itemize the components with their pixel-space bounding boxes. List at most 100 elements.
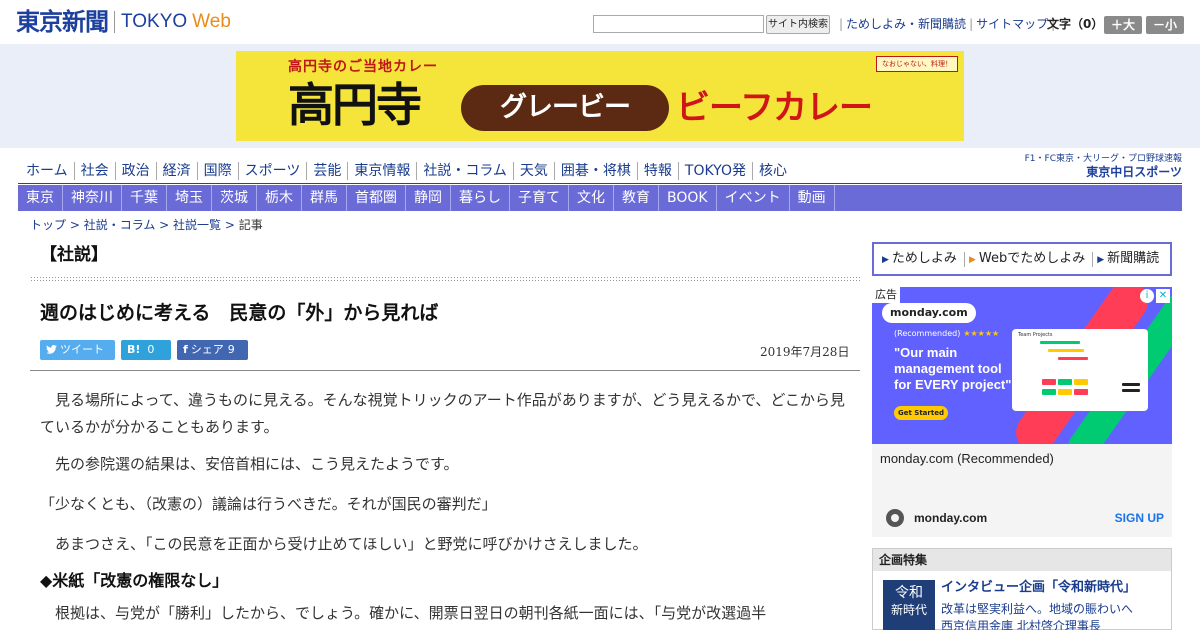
nav-item-economy[interactable]: 経済 bbox=[155, 162, 197, 180]
ad-card-bar bbox=[1074, 389, 1088, 395]
breadcrumb-current: 記事 bbox=[238, 218, 263, 232]
sitemap-link[interactable]: サイトマップ bbox=[976, 17, 1048, 31]
feature-desc-line2: 西京信用金庫 北村啓介理事長 bbox=[941, 619, 1101, 630]
nav2-item-culture[interactable]: 文化 bbox=[569, 185, 614, 211]
breadcrumb-editorial-list[interactable]: 社説一覧 bbox=[173, 218, 221, 232]
feature-desc-line1: 改革は堅実利益へ。地域の賑わいへ bbox=[941, 602, 1134, 616]
facebook-share-count: 9 bbox=[227, 343, 235, 356]
nav2-item-tokyo[interactable]: 東京 bbox=[18, 185, 63, 211]
facebook-share-button[interactable]: f シェア 9 bbox=[177, 340, 248, 360]
ad-card-bar bbox=[1058, 379, 1072, 385]
nav-item-society[interactable]: 社会 bbox=[73, 162, 115, 180]
section-divider bbox=[30, 276, 860, 281]
nav2-item-event[interactable]: イベント bbox=[717, 185, 790, 211]
sports-link[interactable]: F1・FC東京・大リーグ・プロ野球速報 東京中日スポーツ bbox=[1020, 154, 1182, 180]
nav-item-tokyo-info[interactable]: 東京情報 bbox=[347, 162, 416, 180]
nav-item-sports[interactable]: スポーツ bbox=[237, 162, 307, 180]
nav-item-special-report[interactable]: 特報 bbox=[636, 162, 678, 180]
feature-thumb-line1: 令和 bbox=[895, 585, 923, 601]
site-search-input[interactable] bbox=[593, 15, 764, 33]
font-bigger-button[interactable]: ＋大 bbox=[1104, 16, 1142, 34]
breadcrumb-top[interactable]: トップ bbox=[30, 218, 66, 232]
nav-item-entertainment[interactable]: 芸能 bbox=[306, 162, 347, 180]
trial-read-label: ためしよみ bbox=[891, 250, 957, 266]
logo-divider bbox=[114, 11, 115, 33]
nav2-item-video[interactable]: 動画 bbox=[790, 185, 835, 211]
tweet-button[interactable]: ツイート bbox=[40, 340, 115, 360]
font-size-label: 文字（0） bbox=[1047, 17, 1104, 31]
ad-card-title: Team Projects bbox=[1018, 332, 1053, 338]
ad-card-bar bbox=[1048, 349, 1084, 352]
ad-title[interactable]: monday.com (Recommended) bbox=[880, 451, 1054, 467]
nav-item-editorial-column[interactable]: 社説・コラム bbox=[416, 162, 513, 180]
nav2-item-shizuoka[interactable]: 静岡 bbox=[406, 185, 451, 211]
ad-visual: monday.com (Recommended) ★★★★★ "Our main … bbox=[872, 287, 1172, 444]
hatena-count: 0 bbox=[147, 343, 155, 356]
nav-item-home[interactable]: ホーム bbox=[18, 162, 74, 180]
banner-gravy: グレービー bbox=[461, 85, 669, 131]
nav2-item-living[interactable]: 暮らし bbox=[451, 185, 510, 211]
feature-thumbnail[interactable]: 令和 新時代 bbox=[883, 580, 935, 630]
trial-subscribe-link[interactable]: ためしよみ・新聞購読 bbox=[846, 17, 966, 31]
primary-nav: ホーム 社会 政治 経済 国際 スポーツ 芸能 東京情報 社説・コラム 天気 囲… bbox=[18, 160, 793, 182]
feature-heading: 企画特集 bbox=[873, 549, 1171, 571]
nav2-item-education[interactable]: 教育 bbox=[614, 185, 659, 211]
nav2-item-chiba[interactable]: 千葉 bbox=[122, 185, 167, 211]
nav-item-core[interactable]: 核心 bbox=[751, 162, 793, 180]
trial-read-link[interactable]: ▶ ためしよみ bbox=[878, 250, 965, 267]
ad-get-started-button[interactable]: Get Started bbox=[894, 406, 948, 420]
feature-title-link[interactable]: インタビュー企画「令和新時代」 bbox=[941, 579, 1136, 597]
breadcrumb-editorial-column[interactable]: 社説・コラム bbox=[84, 218, 156, 232]
banner-subtitle: 高円寺のご当地カレー bbox=[288, 59, 438, 75]
ad-brand-logo: monday.com bbox=[882, 303, 976, 323]
article-paragraph: 見る場所によって、違うものに見える。そんな視覚トリックのアート作品がありますが、… bbox=[40, 391, 845, 436]
ad-advertiser-name: monday.com bbox=[914, 511, 988, 525]
hatena-bookmark-button[interactable]: B! 0 bbox=[121, 340, 171, 360]
section-title: 【社説】 bbox=[40, 245, 108, 265]
font-smaller-button[interactable]: －小 bbox=[1146, 16, 1184, 34]
nav2-item-gunma[interactable]: 群馬 bbox=[302, 185, 347, 211]
site-search-button[interactable]: サイト内検索 bbox=[766, 15, 830, 34]
ad-recommended: (Recommended) ★★★★★ bbox=[894, 329, 999, 339]
nav2-item-book[interactable]: BOOK bbox=[659, 185, 717, 211]
nav2-item-kanagawa[interactable]: 神奈川 bbox=[63, 185, 122, 211]
subscribe-label: 新聞購読 bbox=[1107, 250, 1160, 266]
nav-item-tokyo-hatsu[interactable]: TOKYO発 bbox=[677, 162, 752, 180]
ad-card-bar bbox=[1058, 357, 1088, 360]
twitter-icon bbox=[46, 340, 57, 360]
nav-item-go-shogi[interactable]: 囲碁・将棋 bbox=[553, 162, 637, 180]
site-logo[interactable]: 東京新聞 TOKYO Web bbox=[16, 9, 231, 35]
nav2-item-tochigi[interactable]: 栃木 bbox=[257, 185, 302, 211]
article-paragraph: あまつさえ、「この民意を正面から受け止めてほしい」と野党に呼びかけさえしました。 bbox=[55, 535, 648, 553]
nav2-item-ibaraki[interactable]: 茨城 bbox=[212, 185, 257, 211]
ad-rating-stars: ★★★★★ bbox=[963, 329, 1000, 338]
hatena-icon: B! bbox=[127, 343, 141, 356]
feature-description[interactable]: 改革は堅実利益へ。地域の賑わいへ 西京信用金庫 北村啓介理事長 bbox=[941, 601, 1133, 630]
ad-signup-button[interactable]: SIGN UP bbox=[1115, 509, 1164, 527]
sidebar-ad[interactable]: monday.com (Recommended) ★★★★★ "Our main … bbox=[872, 287, 1172, 537]
nav-item-politics[interactable]: 政治 bbox=[114, 162, 156, 180]
logo-main-text: 東京新聞 bbox=[16, 7, 109, 36]
facebook-icon: f bbox=[183, 343, 188, 356]
nav-item-international[interactable]: 国際 bbox=[196, 162, 238, 180]
web-trial-read-link[interactable]: ▶ Webでためしよみ bbox=[965, 251, 1094, 267]
ad-rec-text: (Recommended) bbox=[894, 329, 961, 338]
nav-item-weather[interactable]: 天気 bbox=[512, 162, 554, 180]
banner-ad[interactable]: 高円寺のご当地カレー 高円寺 グレービー ビーフカレー なおじゃない、料理！ bbox=[236, 51, 964, 141]
article-paragraph: 先の参院選の結果は、安倍首相には、こう見えたようです。 bbox=[55, 455, 459, 473]
ad-label: 広告 bbox=[872, 287, 900, 303]
ad-card-bar bbox=[1122, 383, 1140, 386]
nav2-item-shutoken[interactable]: 首都圏 bbox=[347, 185, 406, 211]
nav2-item-saitama[interactable]: 埼玉 bbox=[167, 185, 212, 211]
subscribe-link[interactable]: ▶ 新聞購読 bbox=[1093, 250, 1166, 267]
nav-rule bbox=[18, 183, 1182, 184]
facebook-share-label: シェア bbox=[190, 343, 224, 356]
ad-info-icon[interactable]: i bbox=[1140, 289, 1154, 303]
trial-subscribe-box: ▶ ためしよみ ▶ Webでためしよみ ▶ 新聞購読 bbox=[872, 242, 1172, 276]
link-divider: | bbox=[969, 17, 974, 31]
breadcrumb-separator: > bbox=[155, 218, 174, 232]
link-divider: | bbox=[839, 17, 844, 31]
triangle-right-icon: ▶ bbox=[1097, 254, 1105, 265]
nav2-item-parenting[interactable]: 子育て bbox=[510, 185, 569, 211]
ad-close-icon[interactable]: ✕ bbox=[1156, 289, 1170, 303]
